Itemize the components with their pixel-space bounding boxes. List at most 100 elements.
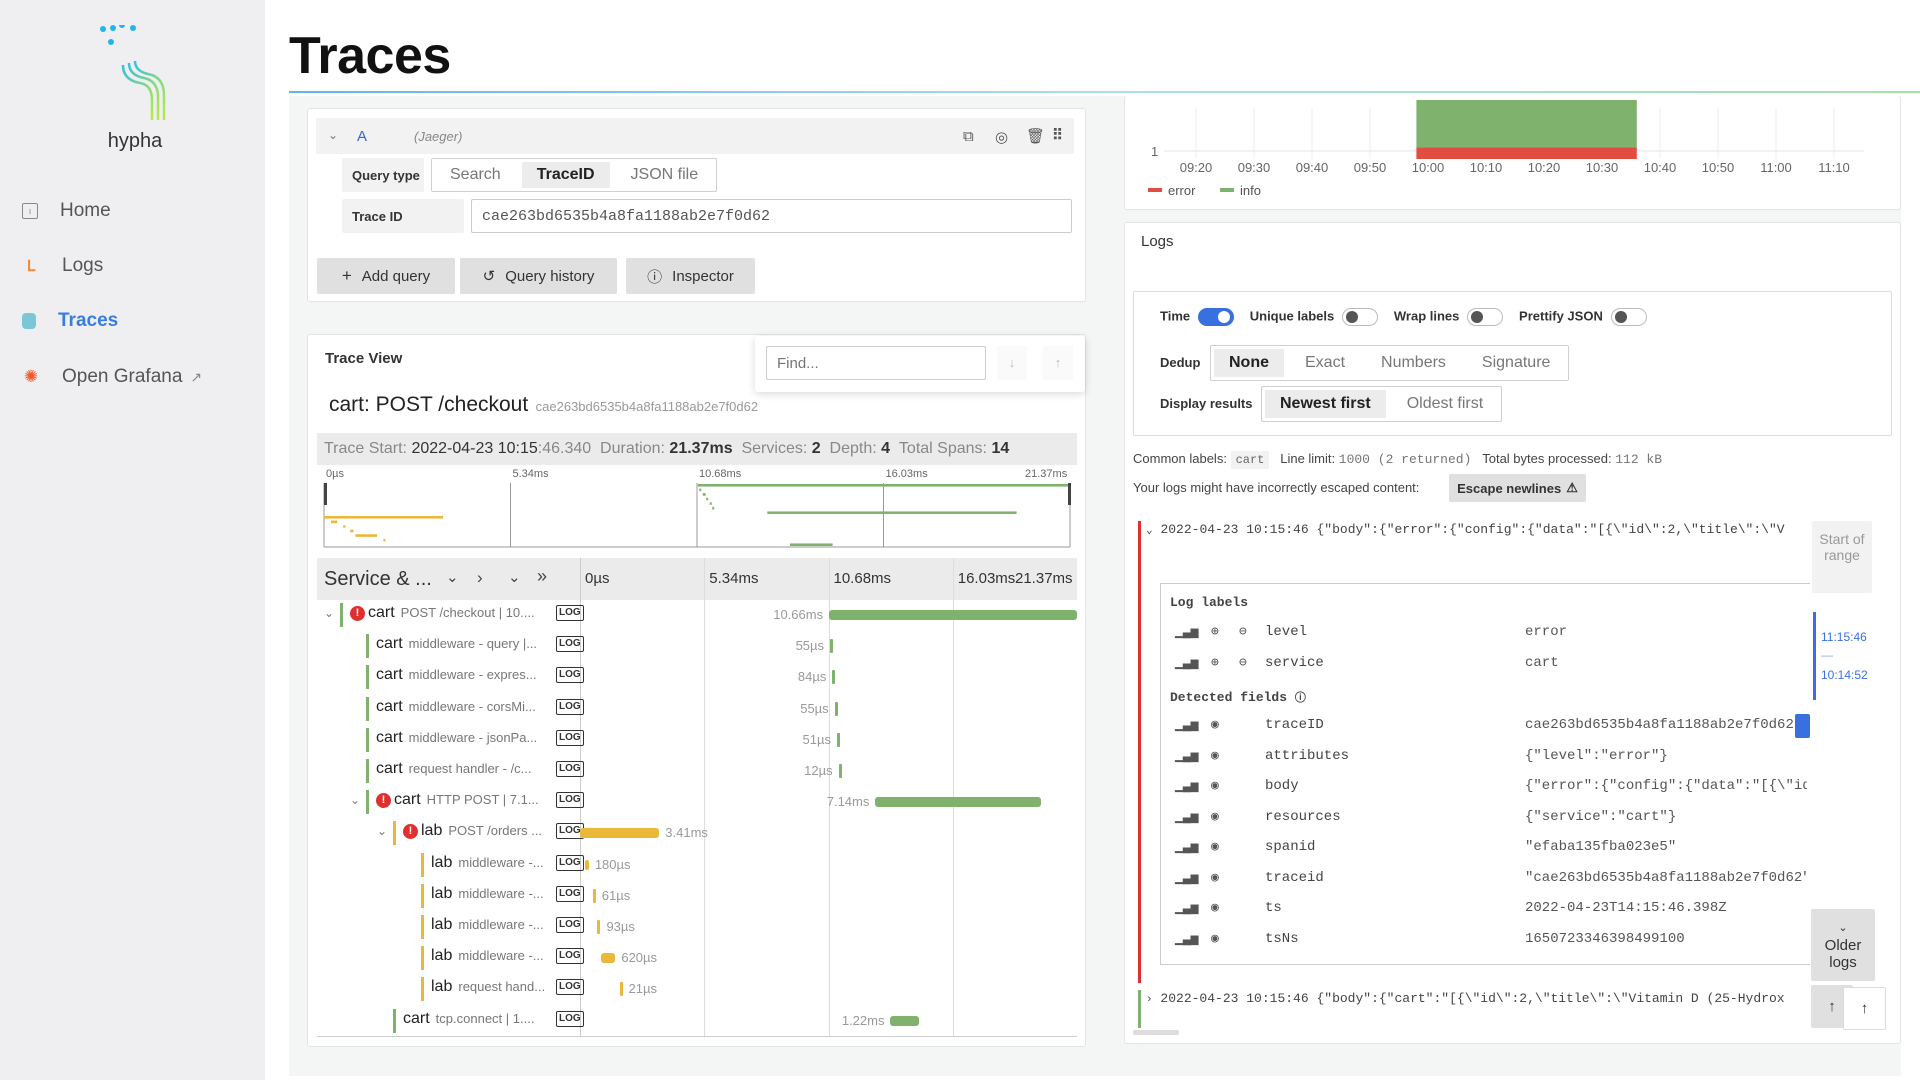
span-logs-icon[interactable]: LOG xyxy=(556,792,584,809)
stats-icon[interactable]: ▁▃▅ xyxy=(1175,748,1198,763)
span-row[interactable]: lab middleware -... LOG 620µs xyxy=(318,943,1078,973)
stats-icon[interactable]: ▁▃▅ xyxy=(1175,778,1198,793)
add-query-button[interactable]: + Add query xyxy=(317,258,455,294)
filter-for-value-zoom-in-icon[interactable]: ⊕ xyxy=(1211,624,1219,639)
span-collapse-chevron-icon[interactable]: ⌄ xyxy=(350,793,360,807)
show-field-eye-icon[interactable]: ◉ xyxy=(1211,931,1219,946)
unique-labels-toggle[interactable] xyxy=(1342,308,1379,326)
stats-icon[interactable]: ▁▃▅ xyxy=(1175,809,1198,824)
older-logs-button[interactable]: ⌄ Older logs xyxy=(1811,909,1875,981)
span-collapse-chevron-icon[interactable]: ⌄ xyxy=(377,824,387,838)
span-bar[interactable] xyxy=(600,953,616,964)
span-logs-icon[interactable]: LOG xyxy=(556,729,584,746)
filter-out-value-zoom-out-icon[interactable]: ⊖ xyxy=(1239,655,1247,670)
inspector-button[interactable]: ⓘ Inspector xyxy=(626,258,755,294)
sidebar-item-logs[interactable]: ᒪ Logs xyxy=(22,251,103,281)
trace-minimap[interactable]: 0µs 5.34ms 10.68ms 16.03ms 21.37ms xyxy=(317,465,1077,549)
expand-all-double-chevron-icon[interactable]: ⌄ xyxy=(508,568,521,586)
span-bar[interactable] xyxy=(584,859,589,870)
minimap-range-handle[interactable] xyxy=(324,483,327,505)
span-logs-icon[interactable]: LOG xyxy=(556,605,584,621)
trace-link-button[interactable] xyxy=(1795,714,1810,738)
span-row[interactable]: lab middleware -... LOG 93µs xyxy=(318,912,1078,942)
span-row[interactable]: ⌄! lab POST /orders ... LOG 3.41ms xyxy=(318,818,1078,848)
delete-query-icon[interactable]: 🗑 xyxy=(1026,127,1045,145)
time-toggle[interactable] xyxy=(1198,308,1235,326)
legend-label-info[interactable]: info xyxy=(1240,183,1261,198)
span-logs-icon[interactable]: LOG xyxy=(556,698,584,715)
span-logs-icon[interactable]: LOG xyxy=(556,854,584,871)
trace-id-input[interactable] xyxy=(471,199,1072,233)
show-field-eye-icon[interactable]: ◉ xyxy=(1211,900,1219,915)
span-row[interactable]: cart tcp.connect | 1.... LOG 1.22ms xyxy=(318,1006,1078,1036)
span-row[interactable]: cart middleware - query |... LOG 55µs xyxy=(318,631,1078,661)
query-type-search[interactable]: Search xyxy=(432,159,519,191)
span-bar[interactable] xyxy=(580,828,660,839)
span-logs-icon[interactable]: LOG xyxy=(556,979,584,996)
dedup-signature[interactable]: Signature xyxy=(1464,346,1569,380)
span-logs-icon[interactable]: LOG xyxy=(556,761,584,777)
wrap-lines-toggle[interactable] xyxy=(1467,308,1504,326)
collapse-one-chevron-right-icon[interactable]: › xyxy=(477,568,483,588)
log-row[interactable]: ⌄ 2022-04-23 10:15:46 {"body":{"error":{… xyxy=(1146,522,1814,537)
span-bar[interactable] xyxy=(834,701,838,716)
prettify-json-toggle[interactable] xyxy=(1610,308,1647,326)
stats-icon[interactable]: ▁▃▅ xyxy=(1175,931,1198,946)
filter-for-value-zoom-in-icon[interactable]: ⊕ xyxy=(1211,655,1219,670)
span-row[interactable]: cart middleware - jsonPa... LOG 51µs xyxy=(318,725,1078,755)
horizontal-scrollbar[interactable] xyxy=(1133,1030,1179,1035)
stats-icon[interactable]: ▁▃▅ xyxy=(1175,900,1198,915)
stats-icon[interactable]: ▁▃▅ xyxy=(1175,624,1198,639)
log-row[interactable]: › 2022-04-23 10:15:46 {"body":{"cart":"[… xyxy=(1146,991,1814,1006)
scroll-to-top-arrow-icon[interactable]: ↑ xyxy=(1843,987,1886,1030)
show-field-eye-icon[interactable]: ◉ xyxy=(1211,870,1219,885)
span-logs-icon[interactable]: LOG xyxy=(556,636,584,653)
span-logs-icon[interactable]: LOG xyxy=(556,948,584,965)
span-bar[interactable] xyxy=(619,982,623,997)
span-bar[interactable] xyxy=(890,1015,919,1026)
span-logs-icon[interactable]: LOG xyxy=(556,917,584,933)
sort-newest-first[interactable]: Newest first xyxy=(1265,390,1386,418)
span-row[interactable]: cart middleware - expres... LOG 84µs xyxy=(318,662,1078,692)
find-next-arrow-down-icon[interactable]: ↓ xyxy=(997,346,1027,380)
span-bar[interactable] xyxy=(838,764,842,778)
span-bar[interactable] xyxy=(829,610,1077,620)
minimap-range-handle[interactable] xyxy=(1068,483,1071,505)
span-row[interactable]: lab request hand... LOG 21µs xyxy=(318,974,1078,1004)
span-row[interactable]: ⌄! cart HTTP POST | 7.1... LOG 7.14ms xyxy=(318,787,1078,817)
span-bar[interactable] xyxy=(830,639,833,654)
sidebar-item-home[interactable]: ı Home xyxy=(22,196,111,226)
span-row[interactable]: cart middleware - corsMi... LOG 55µs xyxy=(318,694,1078,724)
collapse-query-chevron-icon[interactable]: ⌄ xyxy=(328,128,338,142)
collapse-all-double-chevron-icon[interactable]: » xyxy=(537,566,547,587)
span-row[interactable]: lab middleware -... LOG 180µs xyxy=(318,850,1078,880)
query-type-json-file[interactable]: JSON file xyxy=(613,159,717,191)
sort-oldest-first[interactable]: Oldest first xyxy=(1389,387,1501,421)
span-bar[interactable] xyxy=(832,670,836,685)
show-field-eye-icon[interactable]: ◉ xyxy=(1211,778,1219,793)
span-row[interactable]: ⌄! cart POST /checkout | 10.... LOG 10.66ms xyxy=(318,600,1078,630)
dedup-none[interactable]: None xyxy=(1214,349,1284,377)
stats-icon[interactable]: ▁▃▅ xyxy=(1175,870,1198,885)
span-bar[interactable] xyxy=(597,920,601,934)
show-field-eye-icon[interactable]: ◉ xyxy=(1211,809,1219,824)
escape-newlines-button[interactable]: Escape newlines ⚠ xyxy=(1449,474,1586,502)
find-input[interactable] xyxy=(766,346,986,380)
span-row[interactable]: lab middleware -... LOG 61µs xyxy=(318,881,1078,911)
legend-label-error[interactable]: error xyxy=(1168,183,1196,198)
toggle-query-visibility-icon[interactable]: ◎ xyxy=(995,128,1008,146)
span-bar[interactable] xyxy=(836,732,840,747)
query-history-button[interactable]: ↺ Query history xyxy=(460,258,617,294)
stats-icon[interactable]: ▁▃▅ xyxy=(1175,839,1198,854)
show-field-eye-icon[interactable]: ◉ xyxy=(1211,717,1219,732)
span-logs-icon[interactable]: LOG xyxy=(556,667,584,684)
stats-icon[interactable]: ▁▃▅ xyxy=(1175,655,1198,670)
span-bar[interactable] xyxy=(875,797,1042,808)
sidebar-item-open-grafana[interactable]: ✺ Open Grafana ↗ xyxy=(22,362,202,392)
minimap-canvas[interactable]: 0µs 5.34ms 10.68ms 16.03ms 21.37ms xyxy=(317,465,1077,549)
span-row[interactable]: cart request handler - /c... LOG 12µs xyxy=(318,756,1078,786)
span-collapse-chevron-icon[interactable]: ⌄ xyxy=(324,606,334,620)
find-prev-arrow-up-icon[interactable]: ↑ xyxy=(1043,346,1073,380)
show-field-eye-icon[interactable]: ◉ xyxy=(1211,839,1219,854)
drag-handle-icon[interactable]: ⠿ xyxy=(1052,126,1063,144)
